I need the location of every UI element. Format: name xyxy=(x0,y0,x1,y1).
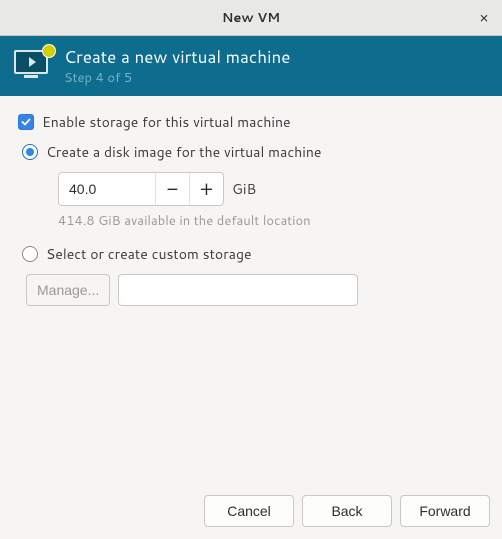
vm-icon xyxy=(14,50,52,82)
increment-button[interactable]: + xyxy=(189,173,223,205)
header-title: Create a new virtual machine xyxy=(64,45,290,69)
wizard-header: Create a new virtual machine Step 4 of 5 xyxy=(0,36,502,96)
button-bar: Cancel Back Forward xyxy=(0,483,502,539)
manage-button: Manage... xyxy=(26,274,110,306)
available-hint: 414.8 GiB available in the default locat… xyxy=(58,212,484,230)
custom-storage-controls: Manage... xyxy=(26,274,484,306)
content-area: Enable storage for this virtual machine … xyxy=(0,96,502,483)
disk-size-input[interactable] xyxy=(59,173,155,205)
enable-storage-checkbox[interactable] xyxy=(18,114,34,130)
forward-button[interactable]: Forward xyxy=(400,495,490,527)
back-button[interactable]: Back xyxy=(302,495,392,527)
create-disk-row[interactable]: Create a disk image for the virtual mach… xyxy=(22,142,484,162)
window-title: New VM xyxy=(222,9,280,27)
custom-storage-row[interactable]: Select or create custom storage xyxy=(22,244,484,264)
decrement-button[interactable]: − xyxy=(155,173,189,205)
cancel-button[interactable]: Cancel xyxy=(204,495,294,527)
enable-storage-row[interactable]: Enable storage for this virtual machine xyxy=(18,112,484,132)
titlebar: New VM × xyxy=(0,0,502,36)
close-icon[interactable]: × xyxy=(474,8,494,28)
custom-storage-label: Select or create custom storage xyxy=(46,244,252,264)
size-unit-label: GiB xyxy=(232,179,256,199)
create-disk-label: Create a disk image for the virtual mach… xyxy=(46,142,321,162)
enable-storage-label: Enable storage for this virtual machine xyxy=(42,112,291,132)
disk-size-spinbox: − + xyxy=(58,172,224,206)
storage-path-input xyxy=(118,274,358,306)
create-disk-radio[interactable] xyxy=(22,144,38,160)
custom-storage-radio[interactable] xyxy=(22,246,38,262)
disk-size-row: − + GiB xyxy=(58,172,484,206)
header-step: Step 4 of 5 xyxy=(64,69,290,87)
